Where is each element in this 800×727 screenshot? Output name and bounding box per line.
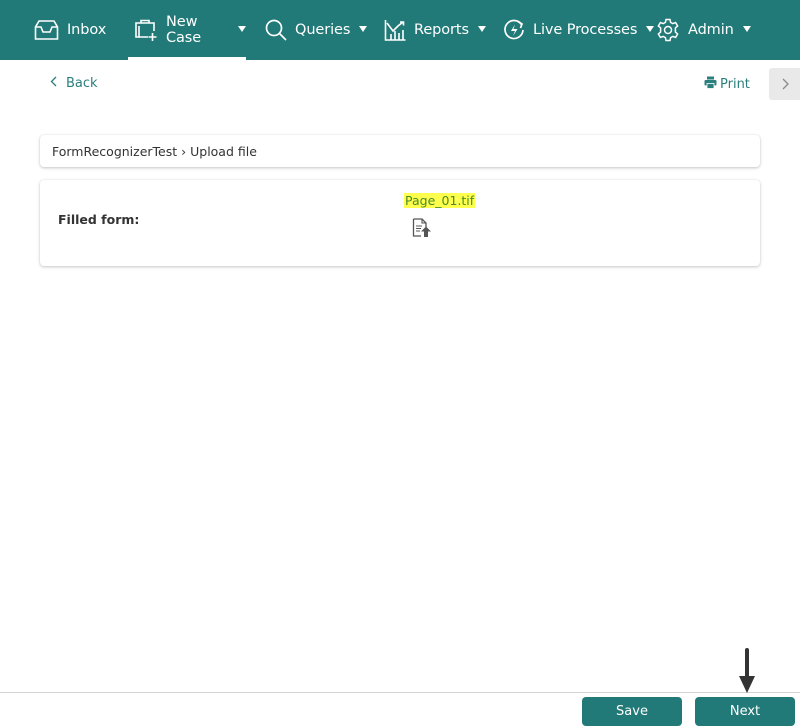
form-card: Filled form: Page_01.tif (40, 180, 760, 266)
breadcrumb: FormRecognizerTest › Upload file (40, 135, 760, 167)
save-button[interactable]: Save (582, 697, 682, 726)
nav-item-label: New Case (166, 14, 202, 46)
breadcrumb-text: FormRecognizerTest › Upload file (52, 143, 257, 159)
inbox-icon (34, 19, 59, 41)
nav-item-new-case[interactable]: New Case (128, 0, 246, 60)
search-icon (265, 19, 287, 41)
file-upload-icon[interactable] (412, 218, 432, 242)
chevron-right-icon (782, 75, 789, 94)
nav-item-inbox[interactable]: Inbox (34, 0, 106, 60)
nav-item-label: Queries (295, 22, 351, 38)
nav-item-reports[interactable]: Reports (384, 0, 486, 60)
chevron-left-icon (50, 76, 66, 91)
nav-item-label: Admin (688, 22, 734, 38)
side-panel-toggle[interactable] (769, 68, 800, 100)
print-button[interactable]: Print (704, 76, 750, 93)
next-button[interactable]: Next (695, 697, 795, 726)
printer-icon (704, 76, 720, 93)
file-name-link[interactable]: Page_01.tif (404, 193, 476, 208)
chevron-down-icon (742, 25, 751, 32)
back-link[interactable]: Back (50, 76, 98, 91)
nav-item-label: Live Processes (533, 22, 638, 38)
chevron-down-icon (238, 25, 246, 32)
print-label: Print (720, 77, 750, 92)
live-processes-icon (503, 19, 525, 41)
footer-divider (0, 692, 800, 693)
arrow-down-annotation-icon (738, 648, 756, 698)
filled-form-label: Filled form: (58, 212, 140, 227)
nav-item-label: Inbox (67, 22, 107, 38)
reports-chart-icon (384, 19, 406, 41)
top-nav: Inbox New Case Queries Reports Live Proc… (0, 0, 800, 60)
nav-item-live-processes[interactable]: Live Processes (503, 0, 655, 60)
gear-icon (656, 18, 680, 42)
chevron-down-icon (359, 25, 368, 32)
nav-item-queries[interactable]: Queries (265, 0, 368, 60)
new-case-icon (134, 18, 158, 42)
nav-item-admin[interactable]: Admin (656, 0, 751, 60)
back-label: Back (66, 76, 98, 91)
chevron-down-icon (477, 25, 486, 32)
nav-item-label: Reports (414, 22, 469, 38)
chevron-down-icon (646, 25, 655, 32)
